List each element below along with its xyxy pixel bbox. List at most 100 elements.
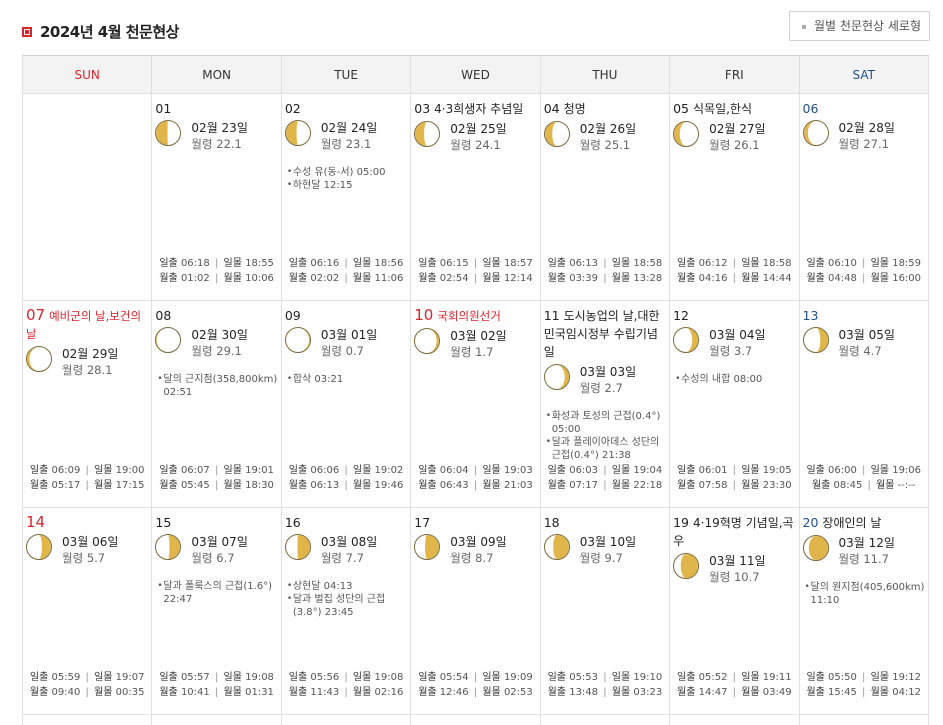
day-number: 19	[673, 515, 690, 530]
sun-times-row: 일출 06:01 | 일몰 19:05	[670, 463, 798, 478]
sunrise-label: 일출	[806, 258, 829, 269]
sunset-value: 18:56	[374, 258, 404, 269]
sunrise-label: 일출	[806, 465, 829, 476]
day-cell-11[interactable]: 11 도시농업의 날,대한민국임시정부 수립기념일03월 03일월령 2.7화성…	[540, 301, 671, 508]
separator: |	[858, 687, 869, 698]
moonset-label: 월몰	[741, 687, 763, 698]
moon-times-row: 월출 01:02 | 월몰 10:06	[152, 271, 280, 286]
day-cell-18[interactable]: 18 03월 10일 월령 9.7 일출 05:53 | 일몰 19:10 월출 13:…	[540, 508, 671, 715]
day-header: 02	[285, 100, 407, 117]
sunrise-label: 일출	[677, 465, 699, 476]
moonset-label: 월몰	[94, 480, 116, 491]
lunar-date: 02월 23일	[191, 121, 248, 135]
rise-set-times: 일출 06:16 | 일몰 18:56 월출 02:02 | 월몰 11:06	[282, 256, 410, 286]
sunrise-value: 06:06	[310, 465, 340, 476]
event-list: 화성과 토성의 근접(0.4°) 05:00달과 플레이아데스 성단의 근접(0…	[546, 410, 666, 462]
moonset-label: 월몰	[611, 273, 634, 284]
rise-set-times: 일출 06:04 | 일몰 19:03 월출 06:43 | 월몰 21:03	[411, 463, 539, 493]
moonrise-value: 12:46	[439, 687, 469, 698]
sunrise-value: 06:03	[569, 465, 599, 476]
day-cell-01[interactable]: 01 02월 23일 월령 22.1 일출 06:18 | 일몰 18:55 월출 01…	[152, 94, 282, 301]
moon-age: 월령 25.1	[580, 137, 636, 153]
moonset-value: 16:00	[892, 273, 922, 284]
day-cell-17[interactable]: 17 03월 09일 월령 8.7 일출 05:54 | 일몰 19:09 월출 12:…	[411, 508, 541, 715]
moon-text: 03월 10일 월령 9.7	[580, 534, 636, 566]
sun-times-row: 일출 06:03 | 일몰 19:04	[541, 463, 669, 478]
moonrise-label: 월출	[811, 480, 834, 491]
moon-age-value: 23.1	[345, 137, 372, 151]
separator: |	[729, 465, 740, 476]
moon-age: 월령 28.1	[62, 362, 118, 378]
moonrise-value: 05:17	[51, 480, 81, 491]
rise-set-times: 일출 06:13 | 일몰 18:58 월출 03:39 | 월몰 13:28	[541, 256, 669, 286]
holiday-label: 4·19혁명 기념일,곡우	[673, 516, 794, 548]
moonset-label: 월몰	[741, 480, 763, 491]
day-cell-20[interactable]: 20 장애인의 날 03월 12일월령 11.7 달의 원지점(405,600km)…	[799, 508, 929, 715]
day-cell-06[interactable]: 06 02월 28일 월령 27.1 일출 06:10 | 일몰 18:59 월출 04…	[799, 94, 929, 301]
sunset-label: 일몰	[611, 672, 634, 683]
moon-age-value: 9.7	[604, 551, 623, 565]
day-header: 20 장애인의 날	[803, 514, 925, 532]
day-number: 17	[414, 515, 431, 530]
lunar-date: 03월 03일	[579, 365, 637, 379]
day-cell-14[interactable]: 14 03월 06일 월령 5.7 일출 05:59 | 일몰 19:07 월출 09:…	[23, 508, 153, 715]
day-cell-16[interactable]: 16 03월 08일월령 7.7 상현달 04:13달과 벌집 성단의 근접(3.8…	[281, 508, 412, 715]
moon-age: 월령 8.7	[450, 550, 506, 566]
weekday-mon: MON	[152, 56, 282, 94]
day-cell-10[interactable]: 10 국회의원선거 03월 02일 월령 1.7 일출 06:04 | 일몰 19:0…	[411, 301, 541, 508]
sunrise-value: 05:59	[51, 672, 81, 683]
sunrise-value: 06:04	[439, 465, 469, 476]
day-cell-19[interactable]: 19 4·19혁명 기념일,곡우 03월 11일 월령 10.7 일출 05:52 |…	[670, 508, 800, 715]
moon-age-value: 2.7	[604, 381, 623, 395]
sunset-label: 일몰	[94, 672, 116, 683]
day-cell-12[interactable]: 12 03월 04일월령 3.7 수성의 내합 08:00 일출 06:01 | 일몰…	[670, 301, 800, 508]
moon-phase-icon	[802, 327, 829, 353]
sun-times-row: 일출 06:12 | 일몰 18:58	[670, 256, 798, 271]
day-cell-13[interactable]: 13 03월 05일 월령 4.7 일출 06:00 | 일몰 19:06 월출 08:…	[799, 301, 929, 508]
vertical-view-button[interactable]: 월별 천문현상 세로형	[789, 11, 930, 41]
rise-set-times: 일출 05:56 | 일몰 19:08 월출 11:43 | 월몰 02:16	[282, 670, 410, 700]
weekday-header: SUN MON TUE WED THU FRI SAT	[23, 56, 929, 94]
moon-times-row: 월출 04:48 | 월몰 16:00	[800, 271, 928, 286]
sunset-value: 19:04	[633, 465, 663, 476]
moon-text: 02월 28일 월령 27.1	[839, 120, 895, 152]
moon-phase-icon	[284, 534, 311, 560]
day-cell-02[interactable]: 02 02월 24일월령 23.1 수성 유(동-서) 05:00하현달 12:15…	[281, 94, 412, 301]
moon-age: 월령 22.1	[191, 136, 247, 152]
sunset-label: 일몰	[611, 258, 634, 269]
day-cell-07[interactable]: 07 예비군의 날,보건의 날 02월 29일 월령 28.1 일출 06:09 | …	[23, 301, 153, 508]
moon-info: 02월 28일 월령 27.1	[802, 120, 925, 152]
moon-info: 02월 26일 월령 25.1	[543, 121, 666, 153]
lunar-date: 03월 07일	[191, 535, 248, 549]
day-cell-05[interactable]: 05 식목일,한식 02월 27일 월령 26.1 일출 06:12 | 일몰 18:…	[670, 94, 800, 301]
sunset-label: 일몰	[482, 672, 504, 683]
moon-age-value: 22.1	[216, 137, 242, 151]
moon-age: 월령 2.7	[580, 380, 636, 396]
sun-times-row: 일출 06:09 | 일몰 19:00	[23, 463, 151, 478]
lunar-date: 03월 12일	[838, 536, 895, 550]
event-list: 합삭 03:21	[287, 373, 407, 386]
moonrise-value: 06:13	[310, 480, 340, 491]
weekday-fri: FRI	[670, 56, 800, 94]
day-cell-04[interactable]: 04 청명 02월 26일 월령 25.1 일출 06:13 | 일몰 18:58 월출…	[540, 94, 671, 301]
day-number: 01	[155, 101, 172, 116]
moon-info: 02월 29일 월령 28.1	[26, 346, 148, 378]
moonrise-label: 월출	[806, 273, 829, 284]
day-cell-15[interactable]: 15 03월 07일월령 6.7 달과 폴룩스의 근접(1.6°) 22:47 일출 …	[152, 508, 282, 715]
lunar-date: 03월 10일	[579, 535, 637, 549]
sunrise-label: 일출	[547, 465, 570, 476]
day-cell-09[interactable]: 09 03월 01일월령 0.7 합삭 03:21 일출 06:06 | 일몰 19:…	[281, 301, 412, 508]
day-cell-03[interactable]: 03 4·3희생자 추념일 02월 25일 월령 24.1 일출 06:15 | 일몰…	[411, 94, 541, 301]
day-cell-08[interactable]: 08 02월 30일월령 29.1 달의 근지점(358,800km) 02:51 일…	[152, 301, 282, 508]
calendar-week: 14 03월 06일 월령 5.7 일출 05:59 | 일몰 19:07 월출 09:…	[23, 508, 929, 715]
moonset-value: 11:06	[374, 273, 404, 284]
sunset-value: 19:05	[762, 465, 792, 476]
day-cell-next	[411, 715, 541, 725]
moon-phase-icon	[802, 535, 829, 561]
moon-phase-icon	[414, 328, 441, 354]
separator: |	[858, 672, 869, 683]
sunrise-value: 06:15	[439, 258, 469, 269]
moon-age-label: 월령	[320, 137, 346, 151]
moonrise-label: 월출	[677, 687, 699, 698]
sunrise-value: 06:12	[698, 258, 728, 269]
